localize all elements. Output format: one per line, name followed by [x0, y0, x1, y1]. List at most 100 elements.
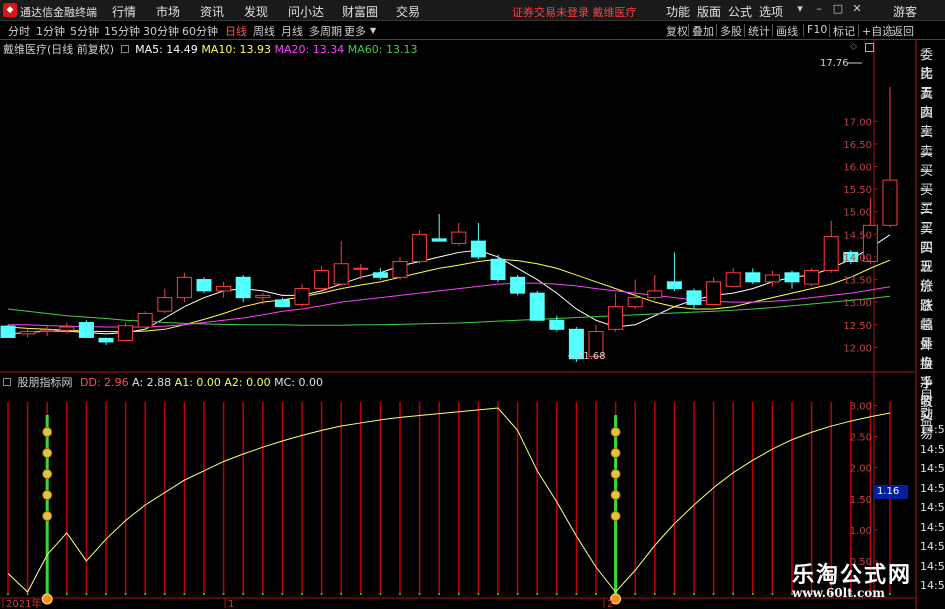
- menu-item-market[interactable]: 市场: [156, 3, 180, 20]
- menu-item-wealth-circle[interactable]: 财富圈: [342, 3, 378, 20]
- menu-item-formula[interactable]: 公式: [728, 3, 752, 20]
- settings-icon[interactable]: [120, 45, 129, 53]
- period-tab-weekly[interactable]: 周线: [253, 23, 275, 39]
- candle-up: [39, 329, 55, 333]
- price-tick-label: 16.00: [843, 163, 872, 174]
- indicator-dot: [144, 593, 147, 595]
- candle-up: [412, 233, 428, 262]
- candle-up: [882, 179, 898, 226]
- period-tab-1min[interactable]: 1分钟: [36, 23, 65, 39]
- cursor-value-box: 1.16: [874, 485, 908, 499]
- adjust-button[interactable]: 复权: [666, 23, 688, 39]
- indicator-dot: [261, 593, 264, 595]
- period-tab-monthly[interactable]: 月线: [281, 23, 303, 39]
- candle-up: [137, 312, 153, 328]
- indicator-dot: [536, 593, 539, 595]
- period-tab-60min[interactable]: 60分钟: [182, 23, 218, 39]
- candle-up: [804, 270, 820, 285]
- indicator-info: 股朋指标网 DD: 2.96 A: 2.88 A1: 0.00 A2: 0.00…: [3, 374, 323, 390]
- toolbar-divider: [829, 24, 830, 37]
- indicator-tick-label: 2.00: [850, 464, 872, 475]
- indicator-dot: [183, 593, 186, 595]
- chart-area[interactable]: 12.0012.5013.0013.5014.0014.5015.0015.50…: [0, 40, 945, 609]
- indicator-dot: [203, 593, 205, 595]
- f10-button[interactable]: F10: [807, 23, 827, 36]
- ma5-label: MA5: 14.49: [135, 43, 198, 56]
- coin-icon: [42, 427, 53, 437]
- maximize-icon[interactable]: □: [831, 2, 845, 15]
- menu-item-ask[interactable]: 问小达: [288, 3, 324, 20]
- period-tab-5min[interactable]: 5分钟: [70, 23, 99, 39]
- low-price-label: 11.68: [577, 351, 606, 362]
- candle-up: [647, 290, 663, 299]
- price-tick-label: 15.50: [843, 185, 872, 196]
- date-axis: 2021年 1 2: [2, 597, 613, 609]
- candle-down: [274, 299, 290, 308]
- app-title: 通达信金融终端: [20, 6, 97, 19]
- period-tab-more[interactable]: 更多: [344, 23, 366, 39]
- toolbar-divider: [858, 24, 859, 37]
- mark-button[interactable]: 标记: [833, 23, 855, 39]
- indicator-dot: [712, 593, 715, 595]
- menu-dropdown-icon[interactable]: ▾: [793, 2, 807, 15]
- draw-line-button[interactable]: 画线: [776, 23, 798, 39]
- side-panel-item[interactable]: 14:56: [920, 482, 945, 495]
- indicator-dot: [105, 593, 107, 595]
- watermark-title: 乐淘公式网: [792, 562, 913, 588]
- period-tab-intraday[interactable]: 分时: [8, 23, 30, 39]
- indicator-dot: [65, 593, 68, 595]
- price-tick-label: 13.50: [843, 276, 872, 287]
- side-panel-item[interactable]: 14:55: [920, 462, 945, 475]
- candle-down: [470, 240, 486, 258]
- side-panel-item[interactable]: 14:55: [920, 443, 945, 456]
- indicator-dot: [693, 593, 695, 595]
- period-tab-30min[interactable]: 30分钟: [143, 23, 179, 39]
- side-panel-item[interactable]: 14:56: [920, 521, 945, 534]
- a-value: A: 2.88: [132, 376, 172, 389]
- candle-up: [823, 236, 839, 272]
- expand-icon[interactable]: [865, 43, 874, 52]
- user-guest[interactable]: 游客: [893, 3, 917, 20]
- multi-stock-button[interactable]: 多股: [720, 23, 742, 39]
- menu-item-news[interactable]: 资讯: [200, 3, 224, 20]
- indicator-settings-icon[interactable]: [3, 378, 11, 386]
- menu-item-options[interactable]: 选项: [759, 3, 783, 20]
- period-tab-daily[interactable]: 日线: [225, 23, 247, 39]
- price-tick-label: 17.00: [843, 117, 872, 128]
- side-panel-item[interactable]: 14:55: [920, 423, 945, 436]
- price-tick-label: 13.00: [843, 298, 872, 309]
- indicator-dot: [163, 593, 166, 595]
- coin-icon: [610, 511, 621, 521]
- statistics-button[interactable]: 统计: [748, 23, 770, 39]
- menu-item-function[interactable]: 功能: [666, 3, 690, 20]
- close-icon[interactable]: ✕: [850, 2, 864, 15]
- overlay-button[interactable]: 叠加: [692, 23, 714, 39]
- price-tick-label: 12.00: [843, 343, 872, 354]
- diamond-icon[interactable]: ◇: [850, 42, 857, 52]
- high-price-label: 17.76: [820, 58, 849, 69]
- date-tick-label: 2: [607, 599, 613, 609]
- menu-bar: ◆ 通达信金融终端 行情 市场 资讯 发现 问小达 财富圈 交易 证券交易未登录…: [0, 0, 945, 21]
- indicator-name: 股朋指标网: [17, 376, 73, 389]
- buy-signal-icon: [41, 593, 53, 605]
- back-button[interactable]: 返回: [892, 23, 914, 39]
- candle-down: [784, 272, 800, 283]
- side-panel-item[interactable]: 14:56: [920, 501, 945, 514]
- side-panel-item[interactable]: 14:56: [920, 540, 945, 553]
- menu-item-discover[interactable]: 发现: [244, 3, 268, 20]
- indicator-dot: [340, 593, 343, 595]
- menu-item-layout[interactable]: 版面: [697, 3, 721, 20]
- indicator-bars: [7, 402, 891, 605]
- menu-item-quotes[interactable]: 行情: [112, 3, 136, 20]
- period-tab-multi[interactable]: 多周期: [309, 23, 342, 39]
- indicator-dot: [379, 593, 382, 595]
- toolbar-divider: [888, 24, 889, 37]
- period-tab-15min[interactable]: 15分钟: [104, 23, 140, 39]
- minimize-icon[interactable]: –: [812, 2, 826, 15]
- more-dropdown-icon[interactable]: ▼: [370, 26, 376, 35]
- indicator-dot: [595, 593, 597, 595]
- candle-down: [78, 322, 94, 338]
- menu-item-trade[interactable]: 交易: [396, 3, 420, 20]
- date-tick-label: 1: [228, 599, 234, 609]
- candle-up: [333, 263, 349, 285]
